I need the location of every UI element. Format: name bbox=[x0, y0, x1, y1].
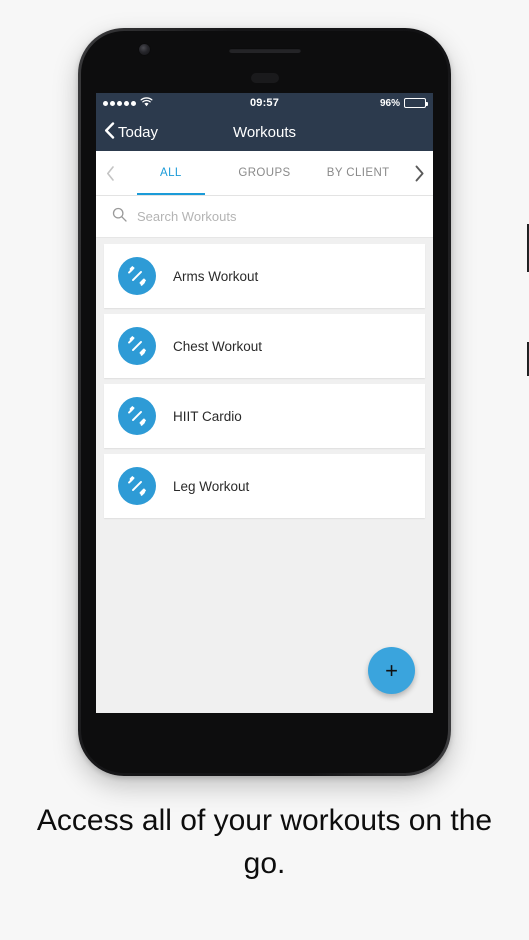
dumbbell-icon bbox=[118, 467, 156, 505]
tab-groups-label: GROUPS bbox=[238, 167, 291, 179]
wifi-icon bbox=[140, 96, 153, 110]
workout-list-item[interactable]: Arms Workout bbox=[104, 244, 425, 308]
workout-item-label: Arms Workout bbox=[173, 268, 259, 284]
battery-icon bbox=[404, 98, 429, 108]
workout-item-label: Chest Workout bbox=[173, 338, 263, 354]
navigation-bar: Today Workouts bbox=[96, 113, 433, 151]
status-bar: 09:57 96% bbox=[96, 93, 433, 113]
status-bar-left bbox=[103, 96, 250, 110]
phone-screen: 09:57 96% Today Workouts ALL GROUPS BY C… bbox=[96, 93, 433, 713]
search-icon bbox=[112, 207, 127, 227]
workout-list: Arms Workout Chest Workout HIIT Cardio L… bbox=[96, 238, 433, 713]
proximity-sensor bbox=[250, 73, 279, 83]
workout-list-item[interactable]: Leg Workout bbox=[104, 454, 425, 518]
status-bar-time: 09:57 bbox=[249, 97, 280, 109]
earpiece-speaker bbox=[228, 48, 301, 53]
workout-item-label: Leg Workout bbox=[173, 478, 250, 494]
dumbbell-icon bbox=[118, 257, 156, 295]
tab-items: ALL GROUPS BY CLIENT bbox=[124, 151, 405, 195]
tab-bar: ALL GROUPS BY CLIENT bbox=[96, 151, 433, 196]
phone-bezel: 09:57 96% Today Workouts ALL GROUPS BY C… bbox=[81, 31, 448, 773]
chevron-left-icon bbox=[104, 121, 115, 143]
battery-percent-label: 96% bbox=[380, 97, 401, 109]
dumbbell-icon bbox=[118, 327, 156, 365]
tab-all[interactable]: ALL bbox=[124, 151, 218, 195]
workout-list-item[interactable]: Chest Workout bbox=[104, 314, 425, 378]
back-button-label: Today bbox=[118, 123, 159, 141]
plus-icon: + bbox=[385, 657, 398, 683]
signal-strength-icon bbox=[103, 100, 136, 106]
add-workout-button[interactable]: + bbox=[368, 647, 415, 694]
back-button[interactable]: Today bbox=[104, 121, 159, 143]
front-camera-icon bbox=[139, 44, 150, 55]
status-bar-right: 96% bbox=[279, 97, 429, 109]
tab-groups[interactable]: GROUPS bbox=[218, 151, 312, 195]
tab-all-label: ALL bbox=[160, 167, 182, 179]
search-bar[interactable]: Search Workouts bbox=[96, 196, 433, 238]
tab-by-client[interactable]: BY CLIENT bbox=[311, 151, 405, 195]
dumbbell-icon bbox=[118, 397, 156, 435]
caption-text: Access all of your workouts on the go. bbox=[36, 804, 493, 880]
workout-item-label: HIIT Cardio bbox=[173, 408, 242, 424]
search-input[interactable]: Search Workouts bbox=[137, 209, 236, 224]
workout-list-item[interactable]: HIIT Cardio bbox=[104, 384, 425, 448]
tab-next-arrow-icon[interactable] bbox=[405, 151, 433, 195]
phone-device-mockup: 09:57 96% Today Workouts ALL GROUPS BY C… bbox=[78, 28, 529, 776]
tab-prev-arrow-icon[interactable] bbox=[96, 151, 124, 195]
tab-by-client-label: BY CLIENT bbox=[326, 167, 390, 179]
